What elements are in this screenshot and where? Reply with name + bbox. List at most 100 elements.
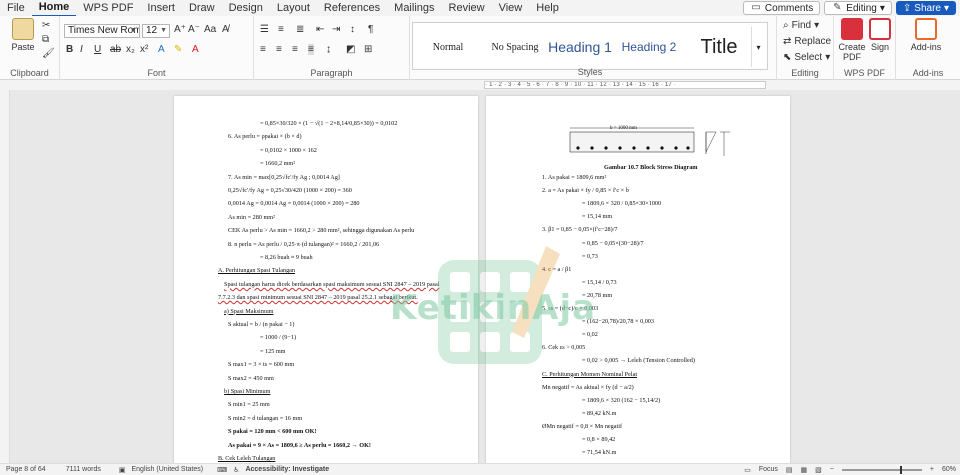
superscript-icon[interactable]: x² xyxy=(140,44,148,55)
addins-group: Add-ins Add-ins xyxy=(896,16,960,80)
chevron-down-icon: ▾ xyxy=(825,52,831,63)
multilevel-list-icon[interactable]: ≣ xyxy=(296,24,304,35)
align-center-icon[interactable]: ≡ xyxy=(276,44,282,55)
addins-label: Add-ins xyxy=(912,68,944,78)
tab-home[interactable]: Home xyxy=(31,0,77,17)
focus-icon: ▭ xyxy=(744,466,751,474)
create-pdf-label: Create PDF xyxy=(838,42,866,62)
strikethrough-icon[interactable]: ab xyxy=(110,44,121,55)
document-line: b) Spasi Minimum xyxy=(224,388,271,395)
align-right-icon[interactable]: ≡ xyxy=(292,44,298,55)
paste-button[interactable]: Paste xyxy=(6,18,40,52)
keyboard-icon[interactable]: ⌨ xyxy=(217,466,227,474)
print-layout-icon[interactable]: ▦ xyxy=(801,466,808,474)
change-case-icon[interactable]: Aa xyxy=(204,24,216,35)
tab-mailings[interactable]: Mailings xyxy=(387,0,441,16)
sign-button[interactable]: Sign xyxy=(866,18,894,52)
document-line: = 0,85×30/320 × (1 − √(1 − 2×8,14/0,85×3… xyxy=(260,120,398,127)
zoom-slider[interactable] xyxy=(841,465,922,474)
language-indicator[interactable]: English (United States) xyxy=(131,466,203,473)
bold-icon[interactable]: B xyxy=(66,44,73,55)
editing-group: ⌕ Find ▾ ⇄ Replace ⬉ Select ▾ Editing xyxy=(776,16,834,80)
show-marks-icon[interactable]: ¶ xyxy=(368,24,373,35)
sign-icon xyxy=(869,18,891,40)
tab-help[interactable]: Help xyxy=(529,0,566,16)
tab-references[interactable]: References xyxy=(317,0,387,16)
focus-button[interactable]: Focus xyxy=(759,466,778,473)
document-line: = 0,02 > 0,005 → Leleh (Tension Controll… xyxy=(582,357,695,365)
format-painter-icon[interactable]: 🖌 xyxy=(42,48,55,59)
web-layout-icon[interactable]: ▧ xyxy=(815,466,822,474)
borders-icon[interactable]: ⊞ xyxy=(364,44,372,55)
copy-icon[interactable]: ⧉ xyxy=(42,34,49,45)
tab-draw[interactable]: Draw xyxy=(182,0,222,16)
styles-more-icon[interactable]: ▾ xyxy=(751,27,765,67)
italic-icon[interactable]: I xyxy=(80,44,83,55)
page-count[interactable]: Page 8 of 64 xyxy=(6,466,46,473)
font-family-select[interactable]: Times New Roman ▼ xyxy=(64,24,140,38)
style-normal[interactable]: Normal xyxy=(421,27,475,67)
zoom-level[interactable]: 60% xyxy=(942,466,956,473)
tab-design[interactable]: Design xyxy=(222,0,270,16)
style-title[interactable]: Title xyxy=(691,27,747,67)
style-heading-2[interactable]: Heading 2 xyxy=(617,27,681,67)
tab-wps-pdf[interactable]: WPS PDF xyxy=(76,0,140,16)
proofing-icon[interactable]: ▣ xyxy=(119,466,126,474)
sort-icon[interactable]: ↕ xyxy=(350,24,355,35)
numbering-icon[interactable]: ≡ xyxy=(278,24,284,35)
tab-view[interactable]: View xyxy=(492,0,530,16)
clipboard-label: Clipboard xyxy=(10,68,49,78)
tab-layout[interactable]: Layout xyxy=(270,0,317,16)
tab-file[interactable]: File xyxy=(0,0,32,16)
bullets-icon[interactable]: ☰ xyxy=(260,24,269,35)
find-button[interactable]: ⌕ Find ▾ xyxy=(783,20,819,31)
comments-button[interactable]: ▭ Comments xyxy=(742,1,821,15)
line-spacing-icon[interactable]: ↨ xyxy=(326,44,331,55)
read-mode-icon[interactable]: ▤ xyxy=(786,466,793,474)
accessibility-status[interactable]: Accessibility: Investigate xyxy=(245,466,329,473)
increase-indent-icon[interactable]: ⇥ xyxy=(332,24,340,35)
style-no-spacing[interactable]: No Spacing xyxy=(485,27,545,67)
styles-label: Styles xyxy=(577,67,603,77)
tab-insert[interactable]: Insert xyxy=(140,0,182,16)
shrink-font-icon[interactable]: A⁻ xyxy=(188,24,200,35)
cut-icon[interactable]: ✂ xyxy=(42,20,50,31)
zoom-in-icon[interactable]: + xyxy=(930,466,934,473)
shading-icon[interactable]: ◩ xyxy=(346,44,355,55)
share-icon: ⇪ xyxy=(902,2,912,14)
editing-mode-button[interactable]: ✎ Editing ▾ xyxy=(824,1,892,15)
document-line: ØMn negatif = 0,8 × Mn negatif xyxy=(542,422,623,430)
text-effects-icon[interactable]: A xyxy=(158,44,165,55)
tab-review[interactable]: Review xyxy=(442,0,492,16)
vertical-ruler[interactable] xyxy=(0,90,10,463)
editing-label: Editing xyxy=(791,68,819,78)
create-pdf-button[interactable]: Create PDF xyxy=(836,18,868,62)
share-button[interactable]: ⇪ Share ▾ xyxy=(895,1,956,15)
align-left-icon[interactable]: ≡ xyxy=(260,44,266,55)
document-line: = 89,42 kN.m xyxy=(582,409,617,417)
select-button[interactable]: ⬉ Select ▾ xyxy=(783,52,830,63)
document-area[interactable]: = 0,85×30/320 × (1 − √(1 − 2×8,14/0,85×3… xyxy=(10,90,960,463)
replace-button[interactable]: ⇄ Replace xyxy=(783,36,831,47)
decrease-indent-icon[interactable]: ⇤ xyxy=(316,24,324,35)
pencil-icon: ✎ xyxy=(833,2,842,13)
style-heading-1[interactable]: Heading 1 xyxy=(548,27,612,67)
highlight-icon[interactable]: ✎ xyxy=(174,44,182,55)
zoom-out-icon[interactable]: − xyxy=(830,466,834,473)
underline-icon[interactable]: U xyxy=(94,44,101,55)
clipboard-icon xyxy=(12,18,34,40)
replace-label: Replace xyxy=(794,36,832,47)
font-size-select[interactable]: 12 ▼ xyxy=(142,24,170,38)
addins-button[interactable]: Add-ins xyxy=(906,18,946,52)
pdf-icon xyxy=(841,18,863,40)
word-count[interactable]: 7111 words xyxy=(66,466,101,473)
ruler-marks[interactable]: · 1 · 2 · 3 · 4 · 5 · 6 · 7 · 8 · 9 · 10… xyxy=(484,81,766,89)
document-line: = 0,85 − 0,05×(30−28)/7 xyxy=(582,239,644,247)
grow-font-icon[interactable]: A⁺ xyxy=(174,24,186,35)
clear-formatting-icon[interactable]: A̸ xyxy=(222,24,229,35)
subscript-icon[interactable]: x₂ xyxy=(126,44,135,55)
justify-icon[interactable]: ≡ xyxy=(308,44,314,55)
document-line: S max2 = 450 mm xyxy=(228,374,274,382)
figure-caption: Gambar 10.7 Block Stress Diagram xyxy=(604,164,698,171)
font-color-icon[interactable]: A xyxy=(192,44,199,55)
